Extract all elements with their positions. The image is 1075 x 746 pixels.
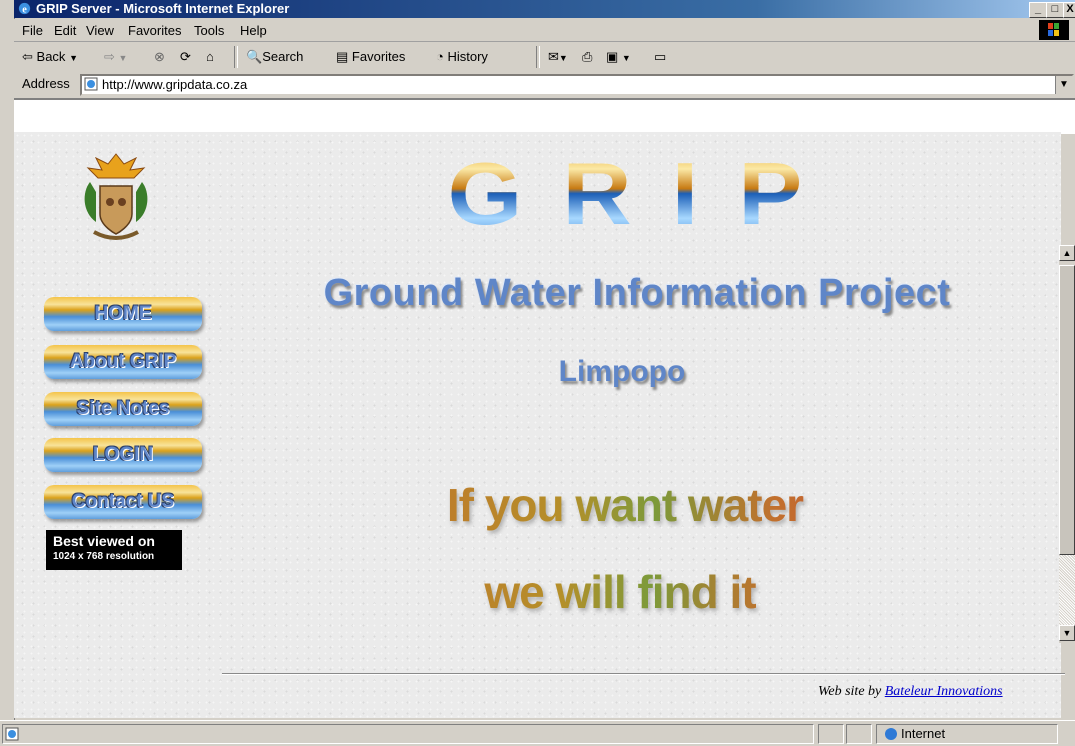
nav-site-notes-button[interactable]: Site Notes: [44, 392, 202, 426]
menu-bar: File Edit View Favorites Tools Help: [14, 19, 1075, 42]
menu-favorites[interactable]: Favorites: [128, 23, 181, 38]
favorites-button[interactable]: ▤ Favorites: [336, 46, 405, 68]
scroll-track[interactable]: [1059, 555, 1075, 625]
toolbar-separator: [234, 46, 238, 68]
maximize-button[interactable]: □: [1046, 2, 1064, 18]
grip-logo-text: GRIP: [448, 152, 843, 240]
refresh-icon[interactable]: ⟳: [180, 46, 191, 68]
status-bar: Internet: [0, 720, 1075, 746]
best-viewed-text: Best viewed on: [53, 533, 155, 549]
mail-icon[interactable]: ✉▼: [548, 46, 568, 68]
globe-icon: [885, 728, 897, 740]
menu-view[interactable]: View: [86, 23, 114, 38]
slogan-line-2: we will find it: [320, 565, 920, 619]
windows-logo-icon: [1039, 20, 1069, 40]
status-panel: [818, 724, 844, 744]
site-credit: Web site by Bateleur Innovations: [818, 684, 1003, 700]
nav-about-button[interactable]: About GRIP: [44, 345, 202, 379]
edit-icon[interactable]: ▣ ▼: [606, 46, 631, 68]
history-button[interactable]: ◔ History: [436, 46, 488, 68]
slogan-line-1: If you want water: [325, 478, 925, 532]
coat-of-arms-icon: [84, 153, 148, 240]
address-dropdown-icon[interactable]: ▼: [1055, 76, 1072, 94]
page-status-icon: [5, 727, 19, 741]
zone-panel: Internet: [876, 724, 1058, 744]
address-url: http://www.gripdata.co.za: [102, 77, 248, 92]
resolution-text: 1024 x 768 resolution: [53, 551, 155, 562]
credit-link[interactable]: Bateleur Innovations: [885, 684, 1003, 699]
status-text-panel: [2, 724, 814, 744]
scroll-thumb[interactable]: [1059, 265, 1075, 555]
address-input[interactable]: http://www.gripdata.co.za ▼: [80, 74, 1074, 96]
favorites-icon: ▤: [336, 49, 349, 64]
nav-login-button[interactable]: LOGIN: [44, 438, 202, 472]
status-panel: [846, 724, 872, 744]
footer-divider: [222, 673, 1065, 675]
title-bar[interactable]: e GRIP Server - Microsoft Internet Explo…: [14, 0, 1075, 18]
minimize-button[interactable]: _: [1029, 2, 1047, 18]
home-icon[interactable]: ⌂: [206, 46, 214, 68]
zone-label: Internet: [901, 726, 946, 741]
grip-logo: GRIP: [448, 152, 843, 240]
menu-edit[interactable]: Edit: [54, 23, 76, 38]
credit-prefix: Web site by: [818, 684, 882, 699]
nav-contact-button[interactable]: Contact US: [44, 485, 202, 519]
address-label: Address: [22, 76, 70, 91]
region-title: Limpopo: [558, 355, 686, 388]
scroll-down-icon[interactable]: ▼: [1059, 625, 1075, 641]
stop-icon[interactable]: ⊗: [154, 46, 165, 68]
back-arrow-icon: ⇦: [22, 49, 33, 64]
address-bar: Address http://www.gripdata.co.za ▼: [14, 72, 1075, 96]
scroll-up-icon[interactable]: ▲: [1059, 245, 1075, 261]
menu-help[interactable]: Help: [240, 23, 267, 38]
window-title: GRIP Server - Microsoft Internet Explore…: [36, 1, 290, 16]
svg-text:e: e: [22, 4, 27, 15]
print-icon[interactable]: ⎙: [582, 46, 592, 68]
discuss-icon[interactable]: ▭: [654, 46, 666, 68]
back-button[interactable]: ⇦ Back ▼: [22, 46, 78, 68]
project-title: Ground Water Information Project: [323, 272, 951, 314]
history-icon: ◔: [436, 49, 444, 64]
search-icon: 🔍: [246, 49, 263, 64]
content-top-border: [14, 98, 1075, 134]
menu-tools[interactable]: Tools: [194, 23, 224, 38]
search-button[interactable]: 🔍Search: [246, 46, 303, 68]
toolbar: ⇦ Back ▼ ⇨ ▼ ⊗ ⟳ ⌂ 🔍Search ▤ Favorites ◔…: [14, 42, 1075, 98]
close-button[interactable]: X: [1063, 2, 1075, 18]
toolbar-separator: [536, 46, 540, 68]
forward-button[interactable]: ⇨ ▼: [104, 46, 127, 68]
window-frame: [0, 0, 15, 745]
page-icon: [84, 77, 98, 91]
dropdown-arrow-icon: ▼: [69, 53, 78, 63]
menu-file[interactable]: File: [22, 23, 43, 38]
best-viewed-badge: Best viewed on 1024 x 768 resolution: [46, 530, 182, 570]
vertical-scrollbar[interactable]: ▲ ▼: [1059, 245, 1075, 643]
nav-home-button[interactable]: HOME: [44, 297, 202, 331]
ie-icon: e: [18, 2, 31, 15]
